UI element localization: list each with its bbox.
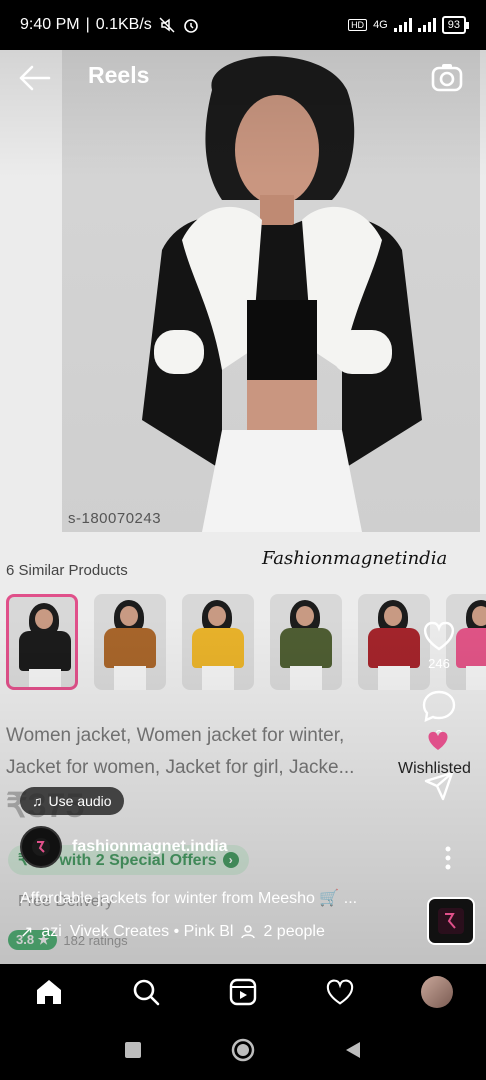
network-type: 4G [373,19,388,31]
similar-product-thumb[interactable] [94,594,166,690]
signal-icon [393,18,412,32]
similar-product-thumb[interactable] [182,594,254,690]
similar-product-thumb[interactable] [270,594,342,690]
camera-icon[interactable] [430,60,464,94]
wishlisted-label: Wishlisted [398,760,471,777]
status-speed: 0.1KB/s [95,16,152,33]
instagram-reels-screen: 9:40 PM | 0.1KB/s HD 4G 93 s-180070243 F… [0,0,486,1080]
profile-avatar[interactable] [421,976,454,1008]
audio-title[interactable]: Vivek Creates • Pink Bl [70,923,234,941]
person-icon [241,925,256,939]
thumb-jacket [19,631,71,671]
heart-outline-icon[interactable] [325,978,355,1006]
arrow-up-right-icon: ↗ [20,924,34,941]
product-sku: s-180070243 [68,510,162,527]
nav-home[interactable] [25,968,73,1016]
battery-icon: 93 [441,16,470,34]
home-icon[interactable] [34,977,64,1007]
nav-profile[interactable] [413,968,461,1016]
meta-tag[interactable]: azi [41,923,61,941]
more-options-icon[interactable] [440,845,456,871]
back-arrow-icon[interactable] [18,64,52,92]
use-audio-button[interactable]: ♫ Use audio [20,787,124,815]
status-bar: 9:40 PM | 0.1KB/s HD 4G 93 [0,0,486,50]
reel-caption[interactable]: Affordable jackets for winter from Meesh… [20,888,400,908]
status-time: 9:40 PM [20,16,80,33]
thumb-jacket [192,628,244,668]
page-title: Reels [88,62,150,88]
recents-icon[interactable] [123,1040,143,1060]
system-navigation [0,1020,486,1080]
reel-meta-row: ↗ azi Vivek Creates • Pink Bl 2 people [20,922,325,942]
wishlist-heart-icon [428,731,448,750]
reels-icon[interactable] [228,977,258,1007]
hd-icon: HD [348,19,368,31]
signal-2-icon [417,18,436,32]
mute-icon [159,17,175,33]
thumb-jacket [104,628,156,668]
like-action[interactable]: 246 [422,620,456,671]
heart-icon[interactable] [422,620,456,652]
back-triangle-icon[interactable] [343,1040,363,1060]
author-username[interactable]: fashionmagnet.india [72,838,228,856]
home-button-icon[interactable] [230,1037,256,1063]
tagged-people[interactable]: 2 people [263,923,324,941]
music-note-icon: ♫ [32,793,43,809]
product-description: Women jacket, Women jacket for winter, J… [6,725,355,778]
brand-watermark: Fashionmagnetindia [262,548,448,569]
nav-reels[interactable] [219,968,267,1016]
like-count: 246 [428,656,450,671]
similar-products-title: 6 Similar Products [6,562,128,579]
search-icon[interactable] [131,977,161,1007]
audio-thumbnail[interactable] [427,897,475,945]
similar-product-thumb[interactable] [6,594,78,690]
nav-activity[interactable] [316,968,364,1016]
nav-search[interactable] [122,968,170,1016]
comment-icon[interactable] [421,689,457,723]
author-row: fashionmagnet.india [20,826,228,868]
battery-level: 93 [447,19,460,31]
product-photo [62,50,480,532]
author-avatar[interactable] [20,826,62,868]
alarm-icon [183,19,198,33]
bottom-navigation [0,964,486,1020]
thumb-jacket [280,628,332,668]
reels-header: Reels [0,58,486,98]
